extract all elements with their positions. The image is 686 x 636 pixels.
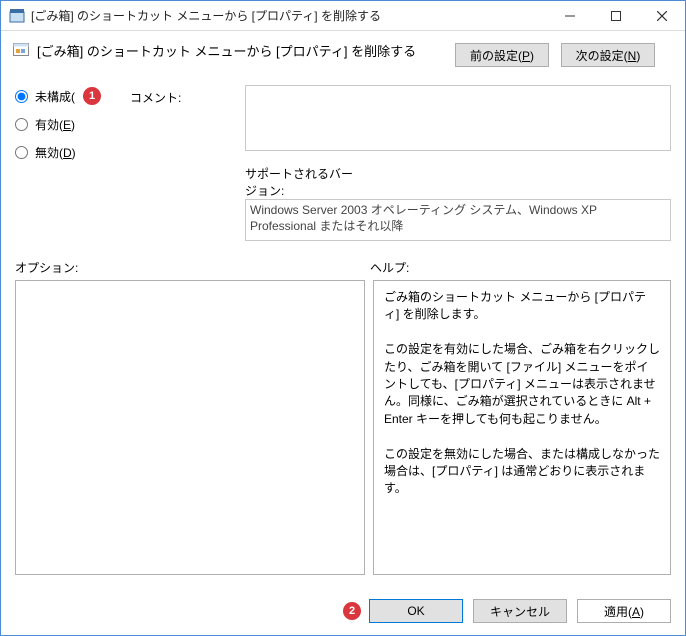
- options-label: オプション:: [15, 259, 370, 276]
- policy-icon: [13, 41, 29, 57]
- window-title: [ごみ箱] のショートカット メニューから [プロパティ] を削除する: [31, 7, 547, 24]
- radio-enabled-label: 有効(E): [35, 116, 75, 133]
- nav-buttons: 前の設定(P) 次の設定(N): [455, 39, 673, 77]
- supported-on-label: サポートされるバージョン:: [245, 161, 360, 199]
- close-button[interactable]: [639, 1, 685, 30]
- next-setting-button[interactable]: 次の設定(N): [561, 43, 655, 67]
- help-p1: ごみ箱のショートカット メニューから [プロパティ] を削除します。: [384, 289, 660, 324]
- maximize-button[interactable]: [593, 1, 639, 30]
- state-radio-group: 未構成( 1 有効(E) 無効(D): [15, 85, 130, 199]
- body: 未構成( 1 有効(E) 無効(D) コメント: サポートされるバージョン: [1, 85, 685, 589]
- window-controls: [547, 1, 685, 30]
- radio-not-configured-input[interactable]: [15, 90, 28, 103]
- ok-button[interactable]: OK: [369, 599, 463, 623]
- comment-label: コメント:: [130, 89, 245, 106]
- radio-disabled-label: 無効(D): [35, 144, 76, 161]
- titlebar: [ごみ箱] のショートカット メニューから [プロパティ] を削除する: [1, 1, 685, 31]
- radio-disabled[interactable]: 無効(D): [15, 144, 130, 161]
- radio-not-configured[interactable]: 未構成( 1: [15, 87, 130, 105]
- radio-not-configured-label: 未構成(: [35, 88, 75, 105]
- panel-labels: オプション: ヘルプ:: [15, 241, 671, 280]
- radio-enabled-input[interactable]: [15, 118, 28, 131]
- help-p3: この設定を無効にした場合、または構成しなかった場合は、[プロパティ] は通常どお…: [384, 446, 660, 498]
- subheader: [ごみ箱] のショートカット メニューから [プロパティ] を削除する 前の設定…: [1, 31, 685, 85]
- window: [ごみ箱] のショートカット メニューから [プロパティ] を削除する [ごみ箱…: [0, 0, 686, 636]
- radio-enabled[interactable]: 有効(E): [15, 116, 130, 133]
- app-icon: [9, 8, 25, 24]
- supported-on-text: Windows Server 2003 オペレーティング システム、Window…: [245, 199, 671, 241]
- annotation-badge-1: 1: [83, 87, 101, 105]
- footer: 2 OK キャンセル 適用(A): [1, 589, 685, 635]
- options-panel: [15, 280, 365, 575]
- apply-button[interactable]: 適用(A): [577, 599, 671, 623]
- cancel-button[interactable]: キャンセル: [473, 599, 567, 623]
- help-p2: この設定を有効にした場合、ごみ箱を右クリックしたり、ごみ箱を開いて [ファイル]…: [384, 341, 660, 428]
- minimize-button[interactable]: [547, 1, 593, 30]
- comment-textarea[interactable]: [245, 85, 671, 151]
- help-label: ヘルプ:: [370, 259, 409, 276]
- policy-title: [ごみ箱] のショートカット メニューから [プロパティ] を削除する: [37, 39, 447, 60]
- help-panel: ごみ箱のショートカット メニューから [プロパティ] を削除します。 この設定を…: [373, 280, 671, 575]
- prev-setting-button[interactable]: 前の設定(P): [455, 43, 549, 67]
- radio-disabled-input[interactable]: [15, 146, 28, 159]
- annotation-badge-2: 2: [343, 602, 361, 620]
